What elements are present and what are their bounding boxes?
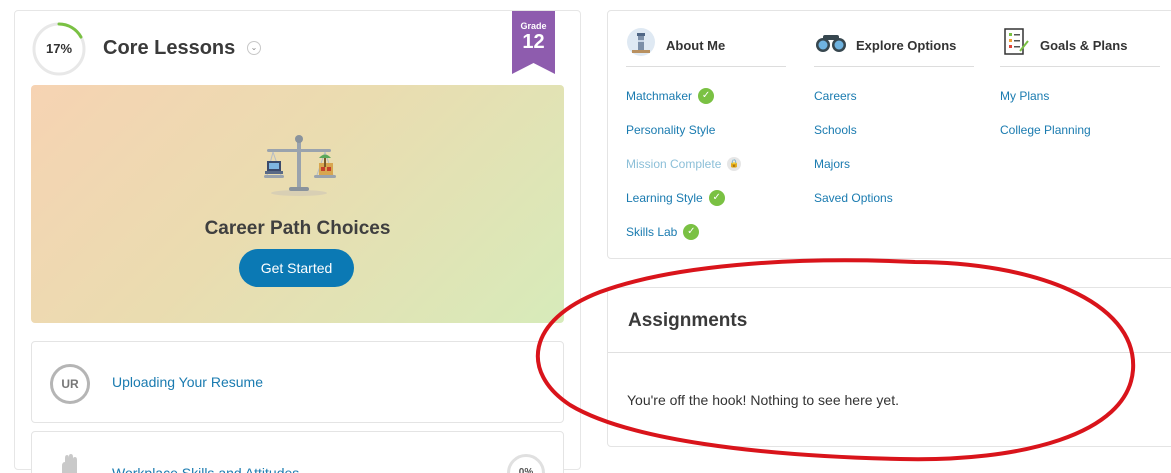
- about-me-list: Matchmaker ✓ Personality Style Mission Co…: [626, 87, 786, 259]
- grade-badge: Grade 12: [512, 11, 555, 74]
- get-started-button[interactable]: Get Started: [239, 249, 354, 287]
- nav-item-college-planning[interactable]: College Planning: [1000, 123, 1160, 157]
- explore-options-title: Explore Options: [856, 38, 957, 53]
- goals-plans-list: My Plans College Planning: [1000, 89, 1160, 157]
- nav-item-majors[interactable]: Majors: [814, 157, 974, 191]
- nav-item-matchmaker[interactable]: Matchmaker ✓: [626, 87, 786, 123]
- lesson-link[interactable]: Workplace Skills and Attitudes: [112, 465, 299, 473]
- nav-item-label: Skills Lab: [626, 225, 678, 239]
- check-icon: ✓: [698, 87, 715, 104]
- nav-item-schools[interactable]: Schools: [814, 123, 974, 157]
- nav-item-mission-complete: Mission Complete 🔒: [626, 156, 786, 191]
- nav-item-label: Learning Style: [626, 191, 703, 205]
- lesson-link[interactable]: Uploading Your Resume: [112, 374, 263, 390]
- binoculars-icon: [816, 35, 846, 52]
- checklist-icon: [1004, 28, 1029, 55]
- nav-item-label: Mission Complete: [626, 157, 722, 171]
- nav-item-label: Personality Style: [626, 123, 716, 137]
- progress-percent: 17%: [45, 41, 73, 56]
- explore-options-section: Explore Options Careers Schools Majors S…: [814, 25, 974, 225]
- goals-plans-section: Goals & Plans My Plans College Planning: [1000, 25, 1160, 157]
- lesson-progress: 0%: [507, 454, 545, 473]
- nav-item-personality-style[interactable]: Personality Style: [626, 123, 786, 157]
- assignments-empty-message: You're off the hook! Nothing to see here…: [627, 392, 899, 408]
- core-lessons-card: 17% Core Lessons ⌄ Grade 12 Career Path …: [14, 10, 581, 473]
- check-icon: ✓: [708, 189, 725, 206]
- nav-item-saved-options[interactable]: Saved Options: [814, 191, 974, 225]
- lighthouse-icon: [627, 28, 655, 56]
- goals-plans-header[interactable]: Goals & Plans: [1000, 25, 1160, 67]
- about-me-section: About Me Matchmaker ✓ Personality Style M…: [626, 25, 786, 259]
- nav-item-label: Matchmaker: [626, 89, 693, 103]
- grade-label: Grade: [520, 21, 547, 31]
- hand-icon: [62, 454, 77, 473]
- assignments-title: Assignments: [628, 310, 748, 331]
- goals-plans-title: Goals & Plans: [1040, 38, 1128, 53]
- explore-options-header[interactable]: Explore Options: [814, 25, 974, 67]
- about-me-header[interactable]: About Me: [626, 25, 786, 67]
- chevron-down-icon[interactable]: ⌄: [247, 41, 261, 55]
- nav-item-careers[interactable]: Careers: [814, 89, 974, 123]
- lesson-item[interactable]: UR Uploading Your Resume: [31, 341, 564, 423]
- nav-item-skills-lab[interactable]: Skills Lab ✓: [626, 223, 786, 259]
- check-icon: ✓: [683, 223, 700, 240]
- core-lessons-title: Core Lessons: [103, 37, 236, 59]
- assignments-card: Assignments You're off the hook! Nothing…: [607, 287, 1171, 447]
- lesson-item[interactable]: Workplace Skills and Attitudes 0%: [31, 431, 564, 473]
- grade-number: 12: [522, 31, 545, 53]
- featured-lesson-banner[interactable]: Career Path Choices Get Started: [31, 85, 564, 323]
- featured-lesson-title: Career Path Choices: [204, 218, 391, 239]
- lock-icon: 🔒: [727, 156, 742, 171]
- lesson-initials-badge: UR: [50, 364, 90, 404]
- divider: [608, 352, 1171, 353]
- explore-options-list: Careers Schools Majors Saved Options: [814, 89, 974, 225]
- about-me-title: About Me: [666, 38, 726, 53]
- nav-item-learning-style[interactable]: Learning Style ✓: [626, 189, 786, 225]
- progress-ring: 17%: [31, 21, 87, 77]
- balance-scale-icon: [264, 135, 336, 196]
- navigation-panel: About Me Matchmaker ✓ Personality Style M…: [607, 10, 1171, 259]
- nav-item-my-plans[interactable]: My Plans: [1000, 89, 1160, 123]
